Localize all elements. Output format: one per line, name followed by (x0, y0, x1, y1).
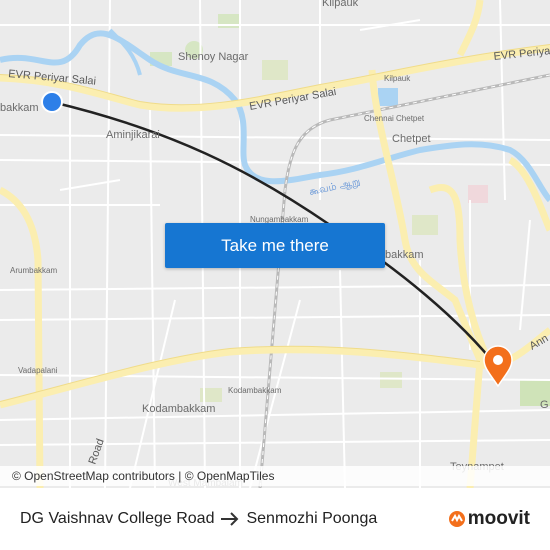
destination-name: Senmozhi Poonga (246, 510, 378, 527)
label-road-edge: Road (87, 437, 107, 466)
park-area (412, 215, 438, 235)
label-arumbakkam: Arumbakkam (10, 266, 57, 275)
label-aminjikarai: Aminjikarai (106, 129, 160, 141)
brand-name: moovit (467, 508, 530, 529)
label-shenoy-nagar: Shenoy Nagar (178, 51, 249, 63)
label-river: கூவம் ஆறு (308, 176, 361, 198)
label-g-edge: G (540, 399, 549, 411)
label-kodambakkam: Kodambakkam (142, 403, 215, 415)
origin-name: DG Vaishnav College Road (20, 510, 215, 527)
moovit-logo: moovit (448, 508, 530, 530)
moovit-logo-icon (448, 511, 465, 527)
park-area (380, 372, 402, 388)
label-kilpauk: Kilpauk (384, 74, 411, 83)
label-bakkam-left: bakkam (0, 102, 39, 114)
label-kilpauk-top: Kilpauk (322, 0, 359, 9)
label-kodambakkam-small: Kodambakkam (228, 386, 282, 395)
take-me-there-button[interactable]: Take me there (165, 223, 385, 268)
attribution-text[interactable]: © OpenStreetMap contributors | © OpenMap… (12, 469, 274, 483)
arrow-right-icon (220, 512, 240, 526)
label-bakkam-right: bakkam (385, 249, 424, 261)
origin-marker[interactable] (41, 91, 63, 113)
pond (378, 88, 398, 106)
map-attribution[interactable]: © OpenStreetMap contributors | © OpenMap… (0, 466, 550, 486)
label-chetpet: Chetpet (392, 133, 431, 145)
label-vadapalani: Vadapalani (18, 366, 58, 375)
label-chennai-chetpet: Chennai Chetpet (364, 114, 425, 123)
park-area (262, 60, 288, 80)
map[interactable]: Kilpauk Shenoy Nagar EVR Periyar Salai E… (0, 0, 550, 488)
route-footer: DG Vaishnav College Road Senmozhi Poonga… (0, 488, 550, 550)
